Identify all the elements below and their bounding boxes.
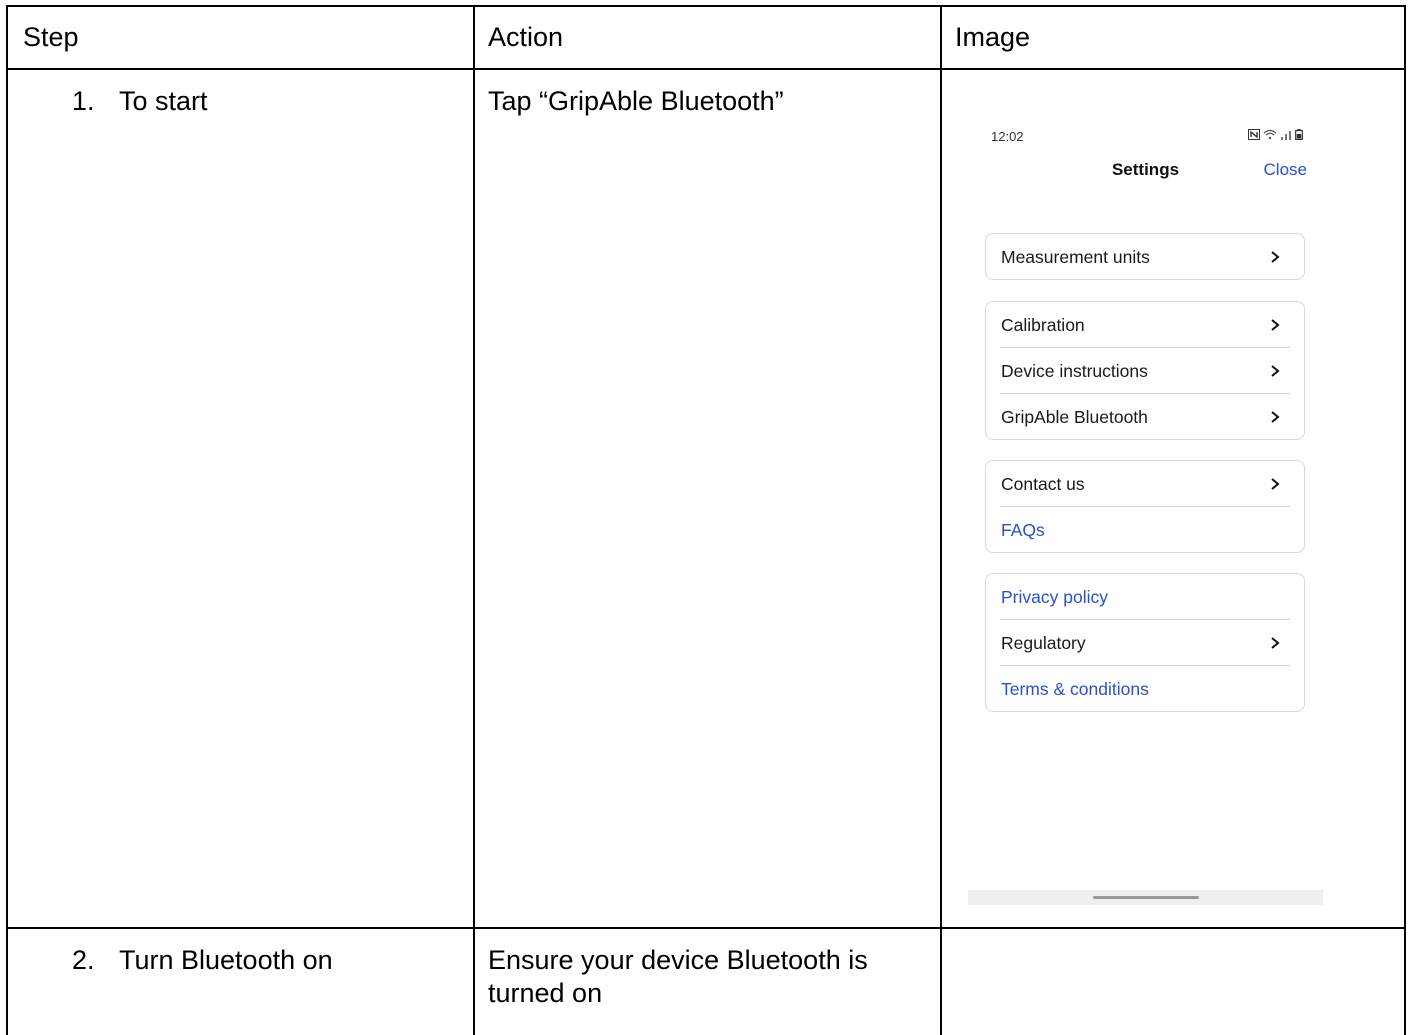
table-border-left xyxy=(6,5,8,1035)
settings-item-label: Calibration xyxy=(1001,315,1085,335)
row-divider xyxy=(6,927,1406,929)
settings-item-device-instructions[interactable]: Device instructions xyxy=(1000,347,1290,393)
table-border-top xyxy=(6,5,1406,7)
settings-item-label: Privacy policy xyxy=(1001,587,1108,607)
battery-icon xyxy=(1295,129,1303,140)
settings-group: Contact us FAQs xyxy=(985,460,1305,553)
settings-item-label: Device instructions xyxy=(1001,361,1148,381)
header-image: Image xyxy=(955,22,1031,52)
settings-item-measurement-units[interactable]: Measurement units xyxy=(1000,234,1290,279)
settings-item-calibration[interactable]: Calibration xyxy=(1000,302,1290,347)
row-1-action: Tap “GripAble Bluetooth” xyxy=(488,86,784,116)
settings-group: Measurement units xyxy=(985,233,1305,280)
home-indicator[interactable] xyxy=(1093,896,1199,899)
chevron-right-icon xyxy=(1271,365,1280,377)
settings-item-faqs[interactable]: FAQs xyxy=(1000,506,1290,552)
nfc-icon xyxy=(1248,129,1260,140)
settings-item-terms-and-conditions[interactable]: Terms & conditions xyxy=(1000,665,1290,711)
settings-item-label: Contact us xyxy=(1001,474,1085,494)
chevron-right-icon xyxy=(1271,411,1280,423)
signal-icon xyxy=(1281,131,1291,140)
chevron-right-icon xyxy=(1271,637,1280,649)
settings-item-contact-us[interactable]: Contact us xyxy=(1000,461,1290,506)
header-step: Step xyxy=(23,22,79,52)
settings-item-label: Regulatory xyxy=(1001,633,1086,653)
settings-item-gripable-bluetooth[interactable]: GripAble Bluetooth xyxy=(1000,393,1290,439)
close-button[interactable]: Close xyxy=(1264,160,1307,180)
settings-item-privacy-policy[interactable]: Privacy policy xyxy=(1000,574,1290,619)
row-2-step: Turn Bluetooth on xyxy=(119,945,333,975)
settings-item-regulatory[interactable]: Regulatory xyxy=(1000,619,1290,665)
row-1-step: To start xyxy=(119,86,208,116)
row-2-number: 2. xyxy=(72,945,95,975)
chevron-right-icon xyxy=(1271,478,1280,490)
navigation-bar xyxy=(968,890,1323,905)
wifi-icon xyxy=(1263,129,1277,140)
settings-item-label: Measurement units xyxy=(1001,247,1150,267)
table-border-right xyxy=(1404,5,1406,1035)
chevron-right-icon xyxy=(1271,319,1280,331)
settings-item-label: Terms & conditions xyxy=(1001,679,1149,699)
settings-group: Calibration Device instructions GripAble B… xyxy=(985,301,1305,440)
settings-screenshot: 12:02 Settings Close Measurement units Ca… xyxy=(968,120,1323,905)
settings-item-label: FAQs xyxy=(1001,520,1045,540)
status-icons xyxy=(1248,129,1303,140)
row-1-number: 1. xyxy=(72,86,95,116)
settings-group: Privacy policy Regulatory Terms & conditio… xyxy=(985,573,1305,712)
status-time: 12:02 xyxy=(991,129,1024,144)
header-divider xyxy=(6,68,1406,70)
header-action: Action xyxy=(488,22,564,52)
row-2-action: Ensure your device Bluetooth is turned o… xyxy=(488,945,868,1008)
column-divider-2 xyxy=(940,5,942,1035)
settings-item-label: GripAble Bluetooth xyxy=(1001,407,1148,427)
column-divider-1 xyxy=(473,5,475,1035)
chevron-right-icon xyxy=(1271,251,1280,263)
